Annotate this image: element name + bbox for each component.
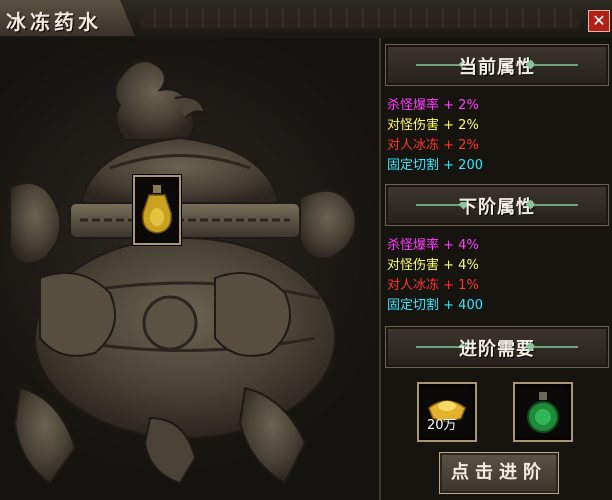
gold-requirement-slot[interactable]: 20万 — [417, 382, 477, 442]
attr-row: 杀怪爆率 + 4% — [387, 236, 483, 256]
attr-row: 固定切割 + 400 — [387, 296, 483, 316]
yellow-potion-icon — [142, 185, 172, 234]
potion-requirement-slot[interactable] — [513, 382, 573, 442]
bronze-cauldron-image — [9, 59, 357, 485]
attr-value: + 4% — [443, 258, 479, 273]
attr-value: + 2% — [443, 138, 479, 153]
next-attrs-header: 下阶属性 — [385, 184, 609, 226]
attr-value: + 200 — [443, 158, 483, 173]
current-attrs-list: 杀怪爆率 + 2% 对怪伤害 + 2% 对人冰冻 + 2% 固定切割 + 200 — [387, 96, 483, 176]
requirements-header: 进阶需要 — [385, 326, 609, 368]
attr-value: + 2% — [443, 98, 479, 113]
potion-upgrade-window: 冰冻药水 ✕ 当前属性 杀怪爆率 + 2% 对怪伤害 + 2% 对人冰冻 + 2… — [0, 0, 612, 500]
attribute-panel: 当前属性 杀怪爆率 + 2% 对怪伤害 + 2% 对人冰冻 + 2% 固定切割 … — [379, 38, 612, 500]
attr-row: 杀怪爆率 + 2% — [387, 96, 483, 116]
cauldron-stage — [0, 38, 379, 500]
attr-row: 对人冰冻 + 1% — [387, 276, 483, 296]
attr-value: + 400 — [443, 298, 483, 313]
attr-row: 固定切割 + 200 — [387, 156, 483, 176]
current-attrs-title: 当前属性 — [459, 57, 535, 78]
advance-button[interactable]: 点击进阶 — [439, 452, 559, 494]
attr-name: 杀怪爆率 — [387, 98, 440, 113]
potion-item-slot[interactable] — [133, 175, 181, 245]
attr-row: 对怪伤害 + 4% — [387, 256, 483, 276]
attr-name: 对怪伤害 — [387, 118, 440, 133]
header-ornament-right — [534, 64, 578, 66]
attr-row: 对怪伤害 + 2% — [387, 116, 483, 136]
attr-value: + 1% — [443, 278, 479, 293]
attr-name: 固定切割 — [387, 298, 440, 313]
attr-value: + 4% — [443, 238, 479, 253]
requirements-title: 进阶需要 — [459, 339, 535, 360]
close-button[interactable]: ✕ — [588, 10, 610, 32]
header-ornament-right — [534, 204, 578, 206]
next-attrs-list: 杀怪爆率 + 4% 对怪伤害 + 4% 对人冰冻 + 1% 固定切割 + 400 — [387, 236, 483, 316]
attr-value: + 2% — [443, 118, 479, 133]
window-title: 冰冻药水 — [6, 10, 102, 34]
attr-name: 对人冰冻 — [387, 278, 440, 293]
next-attrs-title: 下阶属性 — [459, 197, 535, 218]
attr-name: 固定切割 — [387, 158, 440, 173]
attr-name: 对人冰冻 — [387, 138, 440, 153]
title-bar: 冰冻药水 ✕ — [0, 0, 612, 39]
green-potion-icon — [527, 392, 559, 433]
attr-row: 对人冰冻 + 2% — [387, 136, 483, 156]
gold-amount: 20万 — [427, 418, 457, 433]
attr-name: 杀怪爆率 — [387, 238, 440, 253]
attr-name: 对怪伤害 — [387, 258, 440, 273]
header-ornament-right — [534, 346, 578, 348]
title-ornament — [140, 8, 580, 28]
current-attrs-header: 当前属性 — [385, 44, 609, 86]
